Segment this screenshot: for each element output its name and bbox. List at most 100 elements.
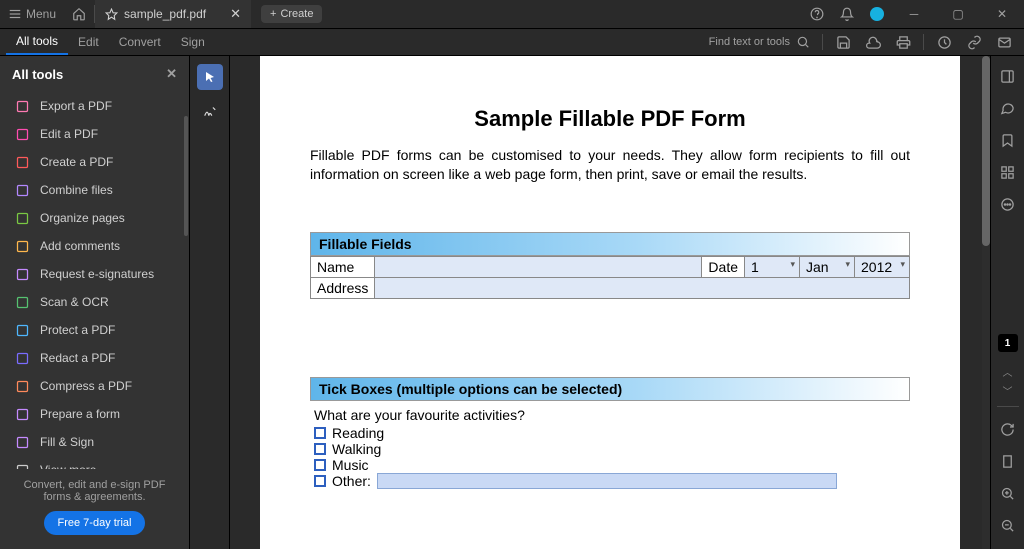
sidebar-item-label: Create a PDF [40,155,113,169]
minimize-button[interactable]: ─ [892,0,936,28]
tool-icon [14,154,30,170]
viewer: Sample Fillable PDF Form Fillable PDF fo… [190,56,1024,549]
sidebar-footer-text: Convert, edit and e-sign PDFforms & agre… [8,479,181,503]
sidebar-item-compress-a-pdf[interactable]: Compress a PDF [0,372,189,400]
more-icon[interactable] [994,190,1022,218]
sidebar-item-combine-files[interactable]: Combine files [0,176,189,204]
tool-icon [14,266,30,282]
sidebar-item-label: Compress a PDF [40,379,132,393]
create-button[interactable]: + Create [261,5,322,23]
menu-button[interactable]: Menu [0,0,64,28]
account-avatar[interactable] [862,0,892,28]
tool-icon [14,462,30,469]
sidebar: All tools ✕ Export a PDF Edit a PDF Create… [0,56,190,549]
zoom-out-icon[interactable] [994,511,1022,539]
panel-icon[interactable] [994,62,1022,90]
sidebar-item-label: Fill & Sign [40,435,94,449]
tool-icon [14,406,30,422]
sidebar-item-label: Protect a PDF [40,323,115,337]
sidebar-item-label: Request e-signatures [40,267,154,281]
mail-icon[interactable] [990,35,1018,50]
page-number[interactable]: 1 [998,334,1018,352]
tool-icon [14,322,30,338]
notifications-button[interactable] [832,0,862,28]
tab-title: sample_pdf.pdf [124,7,206,21]
document-scrollbar[interactable] [982,56,990,549]
cloud-icon[interactable] [859,35,887,50]
ai-icon[interactable] [930,35,958,50]
month-select[interactable]: Jan [800,256,855,277]
tab-edit[interactable]: Edit [68,29,109,55]
sidebar-item-prepare-a-form[interactable]: Prepare a form [0,400,189,428]
form-table: Name Date 1 Jan 2012 Address [310,256,910,299]
sidebar-item-label: Edit a PDF [40,127,98,141]
sidebar-item-request-e-signatures[interactable]: Request e-signatures [0,260,189,288]
sidebar-item-protect-a-pdf[interactable]: Protect a PDF [0,316,189,344]
address-label: Address [311,277,375,298]
tab-convert[interactable]: Convert [109,29,171,55]
tool-icon [14,350,30,366]
tab-sign[interactable]: Sign [171,29,215,55]
name-input[interactable] [375,256,702,277]
page-fit-icon[interactable] [994,447,1022,475]
checkbox-reading[interactable] [314,427,326,439]
tool-icon [14,182,30,198]
right-rail: 1 ︿ ﹀ [990,56,1024,549]
close-tab-icon[interactable]: ✕ [230,6,241,22]
section-tickboxes: Tick Boxes (multiple options can be sele… [310,377,910,401]
sidebar-item-create-a-pdf[interactable]: Create a PDF [0,148,189,176]
day-select[interactable]: 1 [745,256,800,277]
star-icon [105,8,118,21]
checkbox-music[interactable] [314,459,326,471]
free-trial-button[interactable]: Free 7-day trial [44,511,146,535]
intro-text: Fillable PDF forms can be customised to … [310,146,910,184]
sign-tool[interactable] [197,98,223,124]
sidebar-item-export-a-pdf[interactable]: Export a PDF [0,92,189,120]
close-window-button[interactable]: ✕ [980,0,1024,28]
document-area[interactable]: Sample Fillable PDF Form Fillable PDF fo… [230,56,990,549]
page: Sample Fillable PDF Form Fillable PDF fo… [260,56,960,549]
sidebar-item-redact-a-pdf[interactable]: Redact a PDF [0,344,189,372]
sidebar-item-label: Add comments [40,239,120,253]
rotate-icon[interactable] [994,415,1022,443]
address-input[interactable] [375,277,910,298]
checkbox-walking[interactable] [314,443,326,455]
sidebar-item-view-more[interactable]: View more [0,456,189,469]
tool-icon [14,434,30,450]
zoom-in-icon[interactable] [994,479,1022,507]
print-icon[interactable] [889,35,917,50]
sidebar-item-label: Organize pages [40,211,125,225]
tab-all-tools[interactable]: All tools [6,29,68,55]
sidebar-item-organize-pages[interactable]: Organize pages [0,204,189,232]
titlebar: Menu sample_pdf.pdf ✕ + Create ─ ▢ ✕ [0,0,1024,29]
tool-icon [14,294,30,310]
checkbox-other[interactable] [314,475,326,487]
date-label: Date [702,256,745,277]
sidebar-title: All tools [12,67,63,82]
toolbar: All tools Edit Convert Sign Find text or… [0,29,1024,56]
maximize-button[interactable]: ▢ [936,0,980,28]
find-field[interactable]: Find text or tools [703,35,816,49]
tool-icon [14,126,30,142]
sidebar-item-add-comments[interactable]: Add comments [0,232,189,260]
sidebar-item-edit-a-pdf[interactable]: Edit a PDF [0,120,189,148]
tool-icon [14,210,30,226]
sidebar-item-scan-ocr[interactable]: Scan & OCR [0,288,189,316]
save-icon[interactable] [829,35,857,50]
home-button[interactable] [64,0,94,28]
section-fillable-fields: Fillable Fields [310,232,910,256]
other-input[interactable] [377,473,837,489]
sidebar-item-fill-sign[interactable]: Fill & Sign [0,428,189,456]
select-tool[interactable] [197,64,223,90]
document-tab[interactable]: sample_pdf.pdf ✕ [95,0,251,28]
page-down-icon[interactable]: ﹀ [1003,383,1013,398]
year-select[interactable]: 2012 [855,256,910,277]
help-button[interactable] [802,0,832,28]
page-up-icon[interactable]: ︿ [1003,364,1013,379]
sidebar-scrollbar[interactable] [183,56,189,549]
grid-icon[interactable] [994,158,1022,186]
close-sidebar-icon[interactable]: ✕ [166,66,177,82]
link-icon[interactable] [960,35,988,50]
bookmark-icon[interactable] [994,126,1022,154]
comment-icon[interactable] [994,94,1022,122]
